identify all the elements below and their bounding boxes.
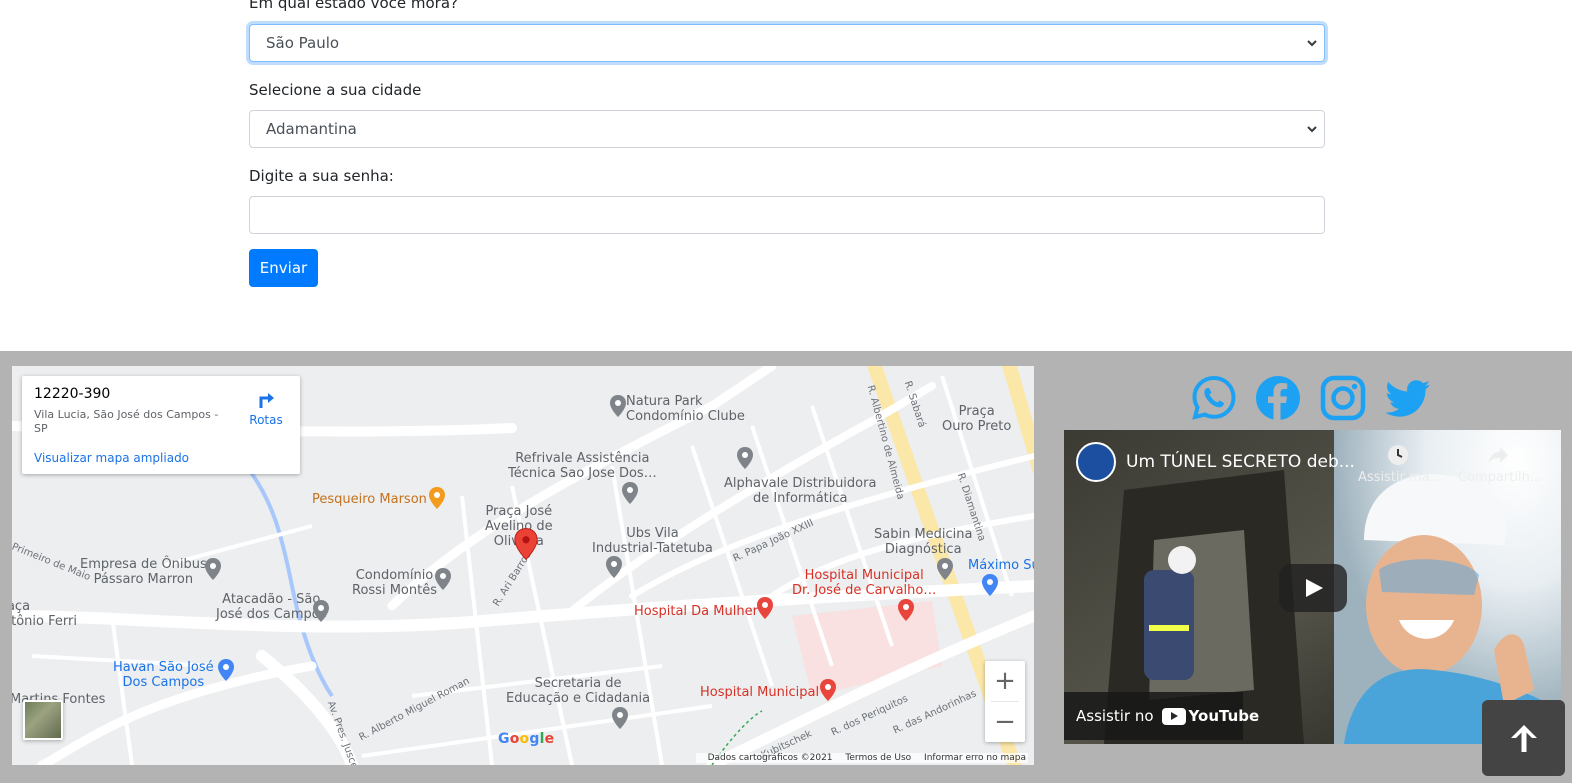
city-select[interactable]: Adamantina <box>249 110 1325 148</box>
map-address: Vila Lucia, São José dos Campos - SP <box>34 408 219 435</box>
zoom-out-button[interactable]: − <box>985 702 1025 742</box>
location-pin-icon[interactable] <box>610 706 630 730</box>
map-attribution: Dados cartográficos ©2021 Termos de Uso … <box>695 753 1028 763</box>
poi-secretaria[interactable]: Secretaria de Educação e Cidadania <box>506 676 650 706</box>
poi-havan[interactable]: Havan São José Dos Campos <box>113 660 214 690</box>
facebook-icon[interactable] <box>1255 375 1301 421</box>
poi-praca-ouro-preto[interactable]: Praça Ouro Preto <box>942 404 1011 434</box>
poi-praca-ferri[interactable]: PraçaAntônio Ferri <box>12 599 77 629</box>
youtube-embed[interactable]: Um TÚNEL SECRETO deb... Assistir ma... C… <box>1064 430 1561 744</box>
watch-later-button[interactable]: Assistir ma... <box>1358 444 1443 485</box>
location-pin-icon[interactable] <box>935 557 955 581</box>
map-embed[interactable]: Natura Park Condomínio Clube Refrivale As… <box>12 366 1034 765</box>
channel-avatar[interactable] <box>1076 442 1116 482</box>
zoom-in-button[interactable]: + <box>985 661 1025 701</box>
chevron-down-icon <box>1307 40 1317 47</box>
clock-icon <box>1388 445 1408 465</box>
report-error-link[interactable]: Informar erro no mapa <box>924 753 1026 763</box>
poi-empresa-onibus[interactable]: Empresa de Ônibus Pássaro Marron <box>80 557 207 587</box>
poi-hospital-da-mulher[interactable]: Hospital Da Mulher <box>634 604 758 619</box>
shopping-pin-icon[interactable] <box>216 658 236 682</box>
instagram-icon[interactable] <box>1320 375 1366 421</box>
state-label: Em qual estado você mora? <box>249 0 459 12</box>
poi-natura-park[interactable]: Natura Park Condomínio Clube <box>626 394 745 424</box>
video-title[interactable]: Um TÚNEL SECRETO deb... <box>1126 452 1355 472</box>
shopping-cart-pin-icon[interactable] <box>980 573 1000 597</box>
play-icon <box>1306 579 1323 597</box>
map-cep: 12220-390 <box>34 386 111 402</box>
youtube-play-icon <box>1161 707 1186 725</box>
chevron-down-icon <box>1307 126 1317 133</box>
password-field[interactable] <box>249 196 1325 234</box>
location-pin-icon[interactable] <box>433 567 453 591</box>
directions-icon <box>259 393 274 408</box>
hospital-pin-icon[interactable] <box>896 598 916 622</box>
share-icon <box>1488 447 1508 464</box>
location-pin-icon[interactable] <box>620 481 640 505</box>
password-label: Digite a sua senha: <box>249 167 394 185</box>
directions-label: Rotas <box>249 413 283 427</box>
watch-on-youtube-button[interactable]: Assistir no YouTube <box>1064 692 1259 740</box>
fish-pin-icon[interactable] <box>427 486 447 510</box>
poi-condominio[interactable]: Condomínio Rossi Montês <box>352 568 437 598</box>
location-pin-icon[interactable] <box>735 446 755 470</box>
zoom-controls: + − <box>985 661 1025 742</box>
poi-pesqueiro[interactable]: Pesqueiro Marson <box>312 492 427 507</box>
location-pin-icon[interactable] <box>608 394 628 418</box>
footer: Natura Park Condomínio Clube Refrivale As… <box>0 351 1572 783</box>
hospital-pin-icon[interactable] <box>755 596 775 620</box>
watch-on-label: Assistir no <box>1076 707 1154 725</box>
watch-later-label: Assistir ma... <box>1358 470 1443 485</box>
poi-refrivale[interactable]: Refrivale Assistência Técnica Sao Jose Do… <box>508 451 657 481</box>
poi-ubs[interactable]: Ubs Vila Industrial-Tatetuba <box>592 526 713 556</box>
back-to-top-button[interactable] <box>1482 700 1565 776</box>
poi-hospital-municipal[interactable]: Hospital Municipal <box>700 685 819 700</box>
poi-maximo[interactable]: Máximo Su <box>968 558 1034 573</box>
play-button[interactable] <box>1279 564 1347 612</box>
youtube-wordmark: YouTube <box>1188 707 1260 725</box>
share-button[interactable]: Compartilh... <box>1458 444 1543 485</box>
location-pin-icon[interactable] <box>203 557 223 581</box>
state-select-value: São Paulo <box>266 34 340 52</box>
poi-hospital-municipal-dr[interactable]: Hospital Municipal Dr. José de Carvalho… <box>792 568 936 598</box>
google-logo: Google <box>498 731 555 747</box>
map-info-card: 12220-390 Vila Lucia, São José dos Campo… <box>22 376 300 474</box>
share-label: Compartilh... <box>1458 470 1543 485</box>
satellite-toggle[interactable] <box>23 700 63 740</box>
city-select-value: Adamantina <box>266 120 357 138</box>
state-select[interactable]: São Paulo <box>249 24 1325 62</box>
whatsapp-icon[interactable] <box>1191 375 1237 421</box>
poi-alphavale[interactable]: Alphavale Distribuidora de Informática <box>724 476 876 506</box>
poi-atacadao[interactable]: Atacadão - São José dos Campos <box>216 592 327 622</box>
hospital-pin-icon[interactable] <box>818 678 838 702</box>
location-pin-icon[interactable] <box>604 555 624 579</box>
terms-link[interactable]: Termos de Uso <box>845 753 911 763</box>
city-label: Selecione a sua cidade <box>249 81 422 99</box>
location-pin-icon[interactable] <box>311 599 331 623</box>
twitter-icon[interactable] <box>1385 375 1431 421</box>
directions-button[interactable]: Rotas <box>248 388 284 427</box>
view-larger-map-link[interactable]: Visualizar mapa ampliado <box>34 451 189 465</box>
map-data-credit: Dados cartográficos ©2021 <box>707 753 833 763</box>
arrow-up-icon <box>1510 725 1537 752</box>
youtube-logo: YouTube <box>1161 707 1260 725</box>
submit-button[interactable]: Enviar <box>249 249 318 287</box>
map-marker-icon[interactable] <box>512 526 540 562</box>
poi-sabin[interactable]: Sabin Medicina Diagnóstica <box>874 527 973 557</box>
